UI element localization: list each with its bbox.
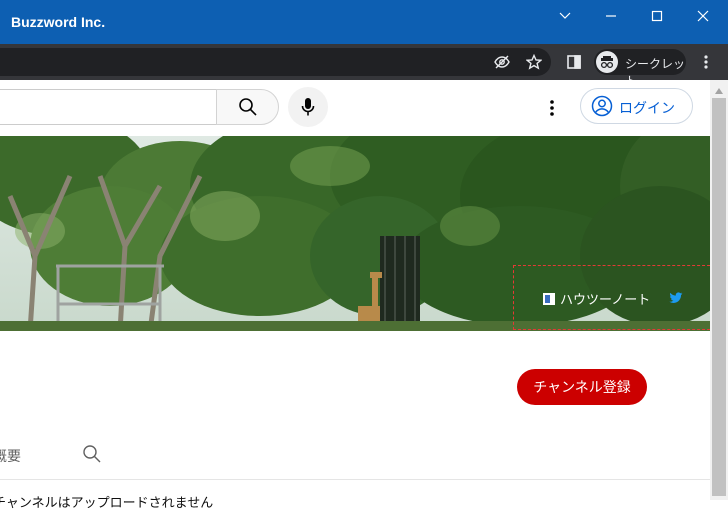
tab-about[interactable]: 概要 (0, 446, 21, 466)
account-icon (591, 95, 613, 120)
minimize-icon (606, 15, 616, 17)
browser-menu-button[interactable] (698, 52, 714, 72)
page-content: ログイン ハウツーノート チャンネル登録 要 チャンネルはアップロードされません (0, 80, 720, 510)
howto-note-icon (543, 292, 555, 305)
search-icon (238, 98, 257, 116)
window-titlebar: Buzzword Inc. (0, 0, 728, 44)
maximize-button[interactable] (634, 0, 680, 32)
twitter-icon (669, 292, 683, 303)
side-panel-icon[interactable] (564, 52, 584, 72)
banner-link-howto-label: ハウツーノート (560, 292, 651, 307)
incognito-icon (596, 51, 618, 73)
settings-menu-button[interactable] (540, 94, 564, 122)
chevron-down-icon (559, 12, 571, 19)
close-icon (697, 10, 709, 22)
search-button[interactable] (216, 89, 279, 125)
more-vert-icon (550, 100, 554, 116)
tabs-divider (0, 479, 710, 480)
more-vert-icon (704, 55, 708, 69)
search-icon (83, 445, 101, 463)
banner-link-howto[interactable]: ハウツーノート (543, 289, 650, 308)
scrollbar-thumb[interactable] (712, 98, 726, 496)
window-title: Buzzword Inc. (11, 14, 106, 30)
tab-search-button[interactable] (82, 444, 102, 469)
eye-off-icon[interactable] (492, 52, 512, 72)
voice-search-button[interactable] (288, 87, 328, 127)
maximize-icon (651, 10, 663, 22)
mic-icon (301, 98, 315, 116)
login-label: ログイン (619, 100, 675, 116)
star-icon[interactable] (524, 52, 544, 72)
search-input[interactable] (0, 89, 216, 125)
address-bar[interactable] (0, 48, 551, 76)
close-button[interactable] (680, 0, 726, 32)
subscribe-label: チャンネル登録 (533, 379, 631, 395)
subscribe-button[interactable]: チャンネル登録 (517, 369, 647, 405)
channel-description: チャンネルはアップロードされません (0, 495, 214, 510)
scroll-up-arrow[interactable] (713, 83, 725, 97)
tab-search-button[interactable] (542, 0, 588, 32)
minimize-button[interactable] (588, 0, 634, 32)
incognito-badge[interactable]: シークレット (594, 49, 686, 88)
twitter-link[interactable] (669, 291, 683, 309)
browser-toolbar: シークレット (0, 44, 728, 88)
login-button[interactable]: ログイン (580, 88, 693, 124)
